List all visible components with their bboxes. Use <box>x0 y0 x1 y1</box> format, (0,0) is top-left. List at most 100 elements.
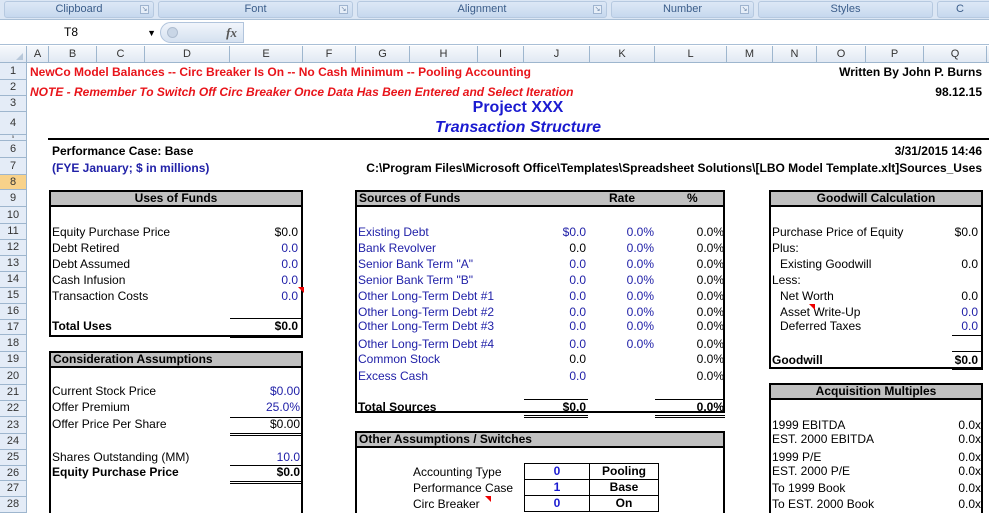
source-rate[interactable]: 0.0% <box>588 305 654 320</box>
row-header[interactable]: 9 <box>0 190 26 207</box>
source-value[interactable]: 0.0 <box>518 305 586 320</box>
switch-code-input[interactable]: 0 <box>524 495 590 512</box>
column-header[interactable]: F <box>303 46 356 63</box>
source-rate[interactable]: 0.0% <box>588 257 654 272</box>
source-rate[interactable]: 0.0% <box>588 337 654 352</box>
dialog-launcher-icon[interactable]: ↘ <box>339 5 348 14</box>
row-header[interactable]: 25 <box>0 450 26 466</box>
ribbon-group-number[interactable]: Number ↘ <box>611 1 754 18</box>
source-rate[interactable]: 0.0% <box>588 289 654 304</box>
column-header[interactable]: B <box>49 46 97 63</box>
expand-handle-icon[interactable] <box>167 27 178 38</box>
column-header[interactable]: P <box>866 46 924 63</box>
comment-indicator-icon[interactable] <box>298 287 304 293</box>
dialog-launcher-icon[interactable]: ↘ <box>740 5 749 14</box>
select-all-button[interactable] <box>0 46 27 63</box>
ribbon-group-styles[interactable]: Styles <box>758 1 933 18</box>
source-value[interactable]: 0.0 <box>518 257 586 272</box>
row-header[interactable]: 23 <box>0 417 26 434</box>
row-header[interactable]: 19 <box>0 352 26 368</box>
row-header[interactable]: 17 <box>0 320 26 335</box>
comment-indicator-icon[interactable] <box>809 304 815 310</box>
column-header[interactable]: H <box>410 46 478 63</box>
row-header[interactable]: 4 <box>0 112 26 135</box>
row-header[interactable]: 2 <box>0 80 26 96</box>
row-header[interactable]: 13 <box>0 256 26 272</box>
formula-input[interactable] <box>246 22 989 43</box>
uses-value[interactable]: 0.0 <box>228 273 298 288</box>
column-header[interactable]: D <box>145 46 230 63</box>
goodwill-value[interactable]: 0.0 <box>908 319 978 334</box>
row-header[interactable]: 7 <box>0 158 26 175</box>
row-header[interactable]: 26 <box>0 466 26 481</box>
switch-value: Base <box>589 479 659 496</box>
consideration-value[interactable]: 25.0% <box>228 400 300 415</box>
source-value[interactable]: 0.0 <box>518 369 586 384</box>
insert-function-button[interactable]: fx <box>160 22 244 43</box>
uses-value[interactable]: 0.0 <box>228 257 298 272</box>
column-header[interactable]: I <box>478 46 524 63</box>
consideration-value[interactable]: 10.0 <box>228 450 300 465</box>
source-value[interactable]: 0.0 <box>518 289 586 304</box>
source-value[interactable]: $0.0 <box>518 225 586 240</box>
column-header[interactable]: C <box>97 46 145 63</box>
row-header[interactable]: 18 <box>0 335 26 352</box>
ribbon-group-alignment[interactable]: Alignment ↘ <box>357 1 607 18</box>
ribbon-group-clipboard[interactable]: Clipboard ↘ <box>4 1 154 18</box>
source-value[interactable]: 0.0 <box>518 352 586 367</box>
row-header[interactable]: 28 <box>0 497 26 513</box>
column-header[interactable]: N <box>773 46 817 63</box>
row-header[interactable]: 15 <box>0 288 26 304</box>
consideration-value: $0.00 <box>269 417 300 431</box>
row-header[interactable]: 21 <box>0 385 26 401</box>
row-header[interactable]: 16 <box>0 304 26 320</box>
column-header[interactable]: L <box>655 46 727 63</box>
row-header[interactable]: 1 <box>0 63 26 80</box>
ribbon-group-cells[interactable]: C <box>937 1 989 18</box>
source-rate[interactable]: 0.0% <box>588 225 654 240</box>
column-header[interactable]: A <box>27 46 49 63</box>
source-value[interactable]: 0.0 <box>518 319 586 334</box>
ribbon-group-font[interactable]: Font ↘ <box>158 1 353 18</box>
row-header[interactable]: 10 <box>0 207 26 224</box>
switch-code-input[interactable]: 1 <box>524 479 590 496</box>
column-header[interactable]: E <box>230 46 303 63</box>
ribbon-group-label: Number <box>662 3 703 15</box>
row-header[interactable]: 22 <box>0 401 26 417</box>
switch-code-input[interactable]: 0 <box>524 463 590 480</box>
consideration-value[interactable]: $0.00 <box>228 384 300 399</box>
source-value[interactable]: 0.0 <box>518 337 586 352</box>
worksheet-grid[interactable]: NewCo Model Balances -- Circ Breaker Is … <box>28 63 989 513</box>
consideration-label: Current Stock Price <box>52 384 157 398</box>
uses-value[interactable]: $0.0 <box>228 225 298 240</box>
dialog-launcher-icon[interactable]: ↘ <box>593 5 602 14</box>
column-header[interactable]: K <box>590 46 655 63</box>
row-header[interactable]: 3 <box>0 96 26 112</box>
row-header[interactable]: 20 <box>0 368 26 385</box>
column-header[interactable]: G <box>356 46 410 63</box>
uses-value[interactable]: 0.0 <box>228 289 298 304</box>
column-header[interactable]: O <box>817 46 866 63</box>
column-header[interactable]: M <box>727 46 773 63</box>
row-header[interactable]: 27 <box>0 481 26 497</box>
comment-indicator-icon[interactable] <box>485 496 491 502</box>
source-rate[interactable]: 0.0% <box>588 273 654 288</box>
row-header-selected[interactable]: 8 <box>0 175 26 190</box>
column-header[interactable]: Q <box>924 46 987 63</box>
ribbon-group-label: Clipboard <box>55 3 103 15</box>
source-rate[interactable]: 0.0% <box>588 241 654 256</box>
uses-value[interactable]: 0.0 <box>228 241 298 256</box>
row-header[interactable]: 14 <box>0 272 26 288</box>
goodwill-value[interactable]: 0.0 <box>908 305 978 320</box>
source-value[interactable]: 0.0 <box>518 241 586 256</box>
source-value[interactable]: 0.0 <box>518 273 586 288</box>
row-header[interactable]: 24 <box>0 434 26 450</box>
name-box[interactable]: T8 ▼ <box>2 23 160 42</box>
chevron-down-icon[interactable]: ▼ <box>147 28 156 38</box>
row-header[interactable]: 12 <box>0 240 26 256</box>
column-header[interactable]: J <box>524 46 590 63</box>
source-rate[interactable]: 0.0% <box>588 319 654 334</box>
row-header[interactable]: 11 <box>0 224 26 240</box>
dialog-launcher-icon[interactable]: ↘ <box>140 5 149 14</box>
row-header[interactable]: 6 <box>0 141 26 158</box>
